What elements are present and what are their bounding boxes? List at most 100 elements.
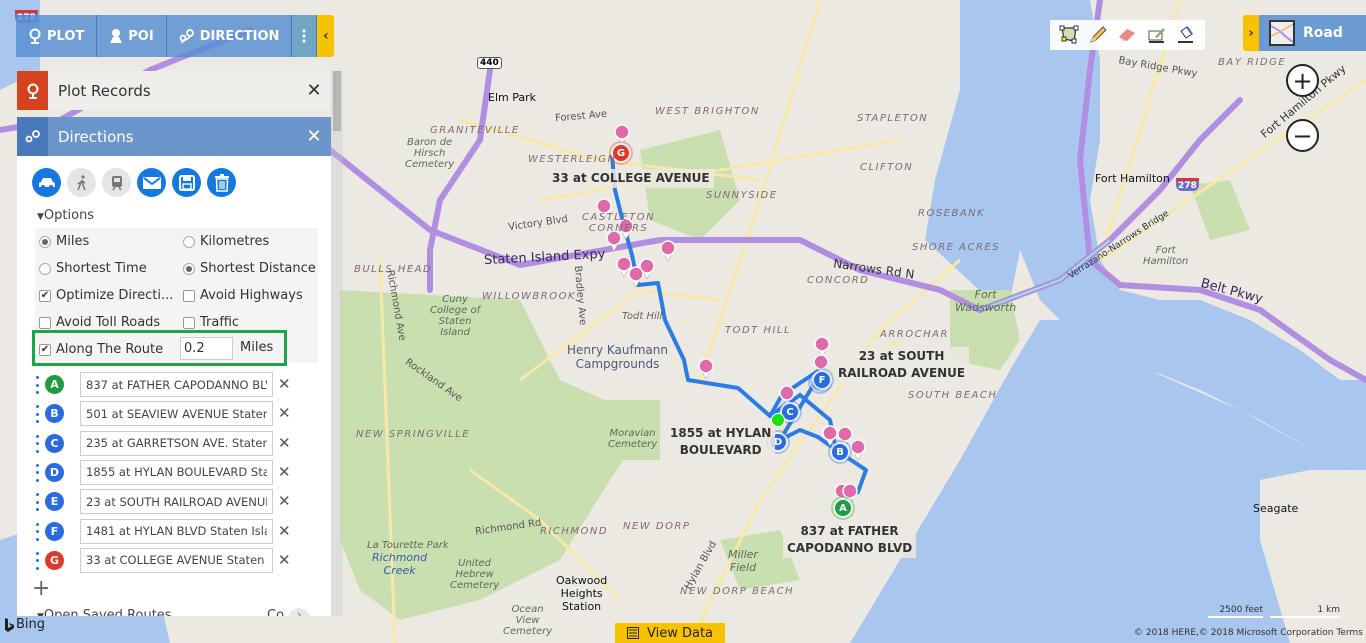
poi-pin-icon[interactable]	[698, 358, 714, 380]
train-icon	[111, 175, 122, 190]
kilometres-radio[interactable]: Kilometres	[183, 234, 269, 249]
zoom-in-button[interactable]: +	[1286, 64, 1319, 97]
avoid-highways-checkbox[interactable]: Avoid Highways	[183, 288, 303, 303]
poi-pin-icon[interactable]	[628, 266, 644, 288]
remove-stop-icon[interactable]: ✕	[278, 463, 291, 481]
open-saved-routes-toggle[interactable]: ▼Open Saved Routes	[37, 608, 172, 616]
plot-records-header[interactable]: Plot Records ✕	[17, 71, 331, 110]
main-toolbar: PLOT POI DIRECTION ‹	[16, 15, 335, 57]
direction-button[interactable]: DIRECTION	[166, 15, 293, 57]
drag-handle-icon[interactable]	[36, 463, 39, 482]
drag-handle-icon[interactable]	[36, 434, 39, 453]
view-data-button[interactable]: View Data	[615, 623, 725, 643]
along-route-distance-input[interactable]	[180, 337, 233, 360]
traffic-checkbox[interactable]: Traffic	[183, 315, 239, 330]
walking-mode-button[interactable]	[67, 168, 96, 197]
walk-icon	[76, 174, 86, 190]
eraser-icon[interactable]	[1115, 23, 1139, 47]
radio-indicator[interactable]	[39, 235, 51, 248]
stop-address-input[interactable]	[80, 547, 273, 573]
options-toggle[interactable]: ▼Options	[37, 208, 94, 223]
route-marker-b[interactable]: B	[832, 444, 848, 460]
miles-radio[interactable]: Miles	[39, 234, 89, 249]
checkbox-checked[interactable]: ✔	[39, 289, 51, 302]
remove-stop-icon[interactable]: ✕	[278, 522, 291, 540]
radio-indicator[interactable]	[183, 235, 195, 248]
directions-header[interactable]: Directions ✕	[17, 117, 331, 156]
pencil-icon[interactable]	[1086, 23, 1110, 47]
saved-routes-action[interactable]: Co ›	[267, 608, 311, 616]
route-marker-f[interactable]: F	[814, 372, 830, 388]
toolbar-collapse-button[interactable]: ‹	[317, 15, 335, 57]
driving-mode-button[interactable]	[32, 168, 61, 197]
stop-address-input[interactable]	[80, 489, 273, 515]
radio-indicator[interactable]	[183, 262, 195, 275]
poi-pin-icon[interactable]	[596, 198, 612, 220]
route-stop-e: E✕	[17, 489, 331, 515]
checkbox-unchecked[interactable]	[183, 316, 195, 329]
shortest-distance-radio[interactable]: Shortest Distance	[183, 261, 316, 276]
checkbox-checked[interactable]: ✔	[39, 343, 51, 356]
checkbox-unchecked[interactable]	[183, 289, 195, 302]
close-icon[interactable]: ✕	[297, 80, 331, 101]
edit-line-icon[interactable]	[1145, 23, 1169, 47]
remove-stop-icon[interactable]: ✕	[278, 404, 291, 422]
remove-stop-icon[interactable]: ✕	[278, 551, 291, 569]
scrollbar-thumb[interactable]	[333, 71, 341, 131]
transit-mode-button[interactable]	[102, 168, 131, 197]
remove-stop-icon[interactable]: ✕	[278, 434, 291, 452]
remove-stop-icon[interactable]: ✕	[278, 375, 291, 393]
checkbox-unchecked[interactable]	[39, 316, 51, 329]
shortest-time-radio[interactable]: Shortest Time	[39, 261, 147, 276]
save-route-button[interactable]	[172, 168, 201, 197]
stop-address-input[interactable]	[80, 430, 273, 456]
map-type-selector[interactable]: › Road	[1243, 15, 1366, 51]
route-stop-b: B✕	[17, 401, 331, 427]
poi-pin-icon[interactable]	[850, 439, 866, 461]
more-button[interactable]	[292, 15, 318, 57]
poi-button[interactable]: POI	[97, 15, 167, 57]
drag-handle-icon[interactable]	[36, 551, 39, 570]
optimize-directions-checkbox[interactable]: ✔ Optimize Directi...	[39, 288, 173, 303]
drag-handle-icon[interactable]	[36, 493, 39, 512]
bing-logo: Bing	[4, 617, 45, 632]
stop-address-input[interactable]	[80, 459, 273, 485]
drag-handle-icon[interactable]	[36, 405, 39, 424]
stop-marker-a: A	[45, 375, 64, 394]
poi-pin-icon[interactable]	[660, 240, 676, 262]
avoid-toll-roads-checkbox[interactable]: Avoid Toll Roads	[39, 315, 160, 330]
remove-stop-icon[interactable]: ✕	[278, 492, 291, 510]
fill-icon[interactable]	[1174, 23, 1198, 47]
route-stop-f: F✕	[17, 518, 331, 545]
copyright-text[interactable]: © 2018 HERE,© 2018 Microsoft Corporation…	[1134, 628, 1363, 638]
close-icon[interactable]: ✕	[297, 126, 331, 147]
list-icon	[626, 627, 639, 639]
zoom-out-button[interactable]: −	[1286, 119, 1319, 152]
email-button[interactable]	[137, 168, 166, 197]
stop-address-input[interactable]	[80, 401, 273, 427]
route-marker-a[interactable]: A	[835, 500, 851, 516]
panel-scrollbar[interactable]	[331, 71, 343, 616]
travel-mode-buttons	[32, 168, 236, 197]
poi-pin-icon[interactable]	[606, 230, 622, 252]
polygon-select-icon[interactable]	[1057, 23, 1081, 47]
chevron-right-icon[interactable]: ›	[1243, 15, 1259, 51]
radio-indicator[interactable]	[39, 262, 51, 275]
along-route-checkbox[interactable]: ✔ Along The Route	[39, 342, 163, 357]
poi-pin-icon[interactable]	[614, 124, 630, 146]
route-marker-g[interactable]: G	[613, 145, 629, 161]
map-type-road[interactable]: Road	[1259, 15, 1366, 51]
drag-handle-icon[interactable]	[36, 376, 39, 394]
add-stop-button[interactable]: +	[32, 578, 50, 600]
options-label: Options	[43, 208, 95, 223]
callout-south-railroad: 23 at SOUTH RAILROAD AVENUE	[834, 347, 970, 383]
stop-marker-d: D	[45, 462, 64, 482]
drag-handle-icon[interactable]	[36, 522, 39, 541]
stop-address-input[interactable]	[80, 518, 273, 544]
map-pin-icon	[17, 71, 48, 110]
poi-pin-icon[interactable]	[822, 425, 838, 447]
plot-button[interactable]: PLOT	[16, 15, 98, 57]
callout-hylan-boulevard: 1855 at HYLAN BOULEVARD	[666, 424, 776, 460]
stop-address-input[interactable]	[80, 372, 273, 397]
delete-route-button[interactable]	[207, 168, 236, 197]
